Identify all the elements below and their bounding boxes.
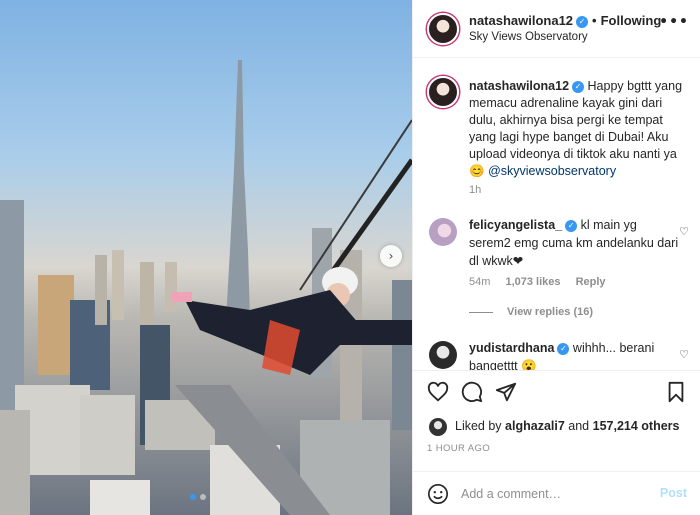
comment-time[interactable]: 54m [469,276,490,288]
verified-badge-icon: ✓ [572,81,585,93]
likes-prefix: Liked by [455,419,502,433]
commenter-avatar[interactable] [429,218,457,246]
post-image[interactable]: › [0,0,412,515]
like-comment-icon[interactable]: ♡ [679,225,689,238]
liker-username[interactable]: alghazali7 [505,419,565,433]
location-link[interactable]: Sky Views Observatory [469,31,588,43]
add-comment-input[interactable] [461,484,651,504]
next-slide-button[interactable]: › [380,245,402,267]
likes-summary: Liked by alghazali7 and 157,214 others [455,419,679,433]
comment-meta: 54m 1,073 likes Reply [469,276,606,288]
likes-connector: and [568,419,590,433]
comment-text: felicyangelista_ ✓ kl main yg serem2 emg … [469,216,679,270]
caption-time[interactable]: 1h [469,184,481,196]
verified-badge-icon: ✓ [565,220,578,232]
commenter-username[interactable]: felicyangelista_ [469,218,562,232]
view-replies-button[interactable]: View replies (16) [469,306,593,318]
emoji-icon[interactable] [427,483,449,505]
author-username[interactable]: natashawilona12 [469,13,573,28]
author-avatar[interactable] [427,13,459,45]
add-comment-bar: Post [413,471,700,515]
liker-avatar[interactable] [429,418,447,436]
post-detail-panel: natashawilona12 ✓ • Following Sky Views Obs… [412,0,700,515]
comments-section[interactable]: natashawilona12 ✓ Happy bgttt yang memacu… [413,58,700,370]
reply-button[interactable]: Reply [576,276,606,288]
comment-likes[interactable]: 1,073 likes [505,276,560,288]
bookmark-icon[interactable] [665,381,687,403]
verified-badge-icon: ✓ [557,343,570,355]
chevron-right-icon: › [388,249,394,263]
replies-divider [469,311,493,313]
like-comment-icon[interactable]: ♡ [679,348,689,361]
caption-text: natashawilona12 ✓ Happy bgttt yang memacu… [469,78,689,180]
carousel-dot [200,494,206,500]
carousel-dot-active [190,494,196,500]
dubai-zipline-photo [0,60,412,515]
comment-text: yudistardhana ✓ wihhh... berani bangetttt… [469,339,679,370]
comment-icon[interactable] [461,381,483,403]
commenter-avatar[interactable] [429,341,457,369]
post-header: natashawilona12 ✓ • Following Sky Views Obs… [413,0,700,58]
verified-badge-icon: ✓ [576,16,589,28]
caption-mention[interactable]: @skyviewsobservatory [488,164,616,178]
heart-icon[interactable] [427,381,449,403]
more-options-icon[interactable]: ••• [659,14,689,30]
share-icon[interactable] [495,381,517,403]
caption-username[interactable]: natashawilona12 [469,79,569,93]
view-replies-label: View replies (16) [507,306,594,318]
separator-dot: • [592,13,597,28]
author-line: natashawilona12 ✓ • Following [469,13,661,28]
caption-avatar[interactable] [427,76,459,108]
likes-others-link[interactable]: 157,214 others [593,419,680,433]
following-button[interactable]: Following [601,13,662,28]
post-actions: Liked by alghazali7 and 157,214 others 1… [413,370,700,515]
commenter-username[interactable]: yudistardhana [469,341,554,355]
carousel-indicator [190,494,206,500]
post-timestamp[interactable]: 1 HOUR AGO [427,443,490,454]
post-comment-button[interactable]: Post [660,486,687,500]
